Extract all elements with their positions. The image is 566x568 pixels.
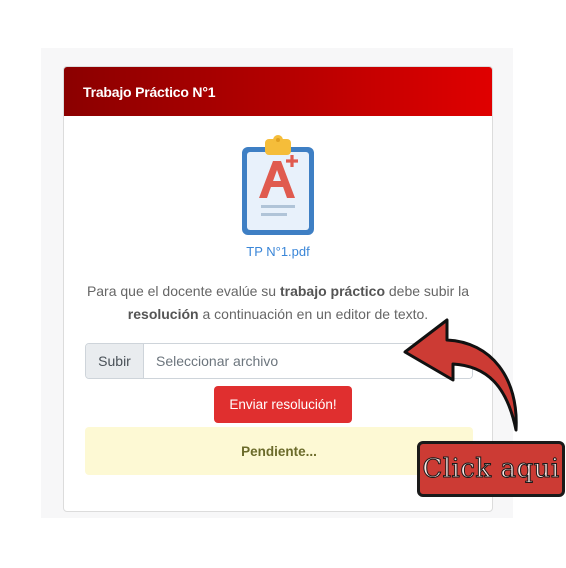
pdf-file-link[interactable]: TP N°1.pdf: [64, 244, 492, 259]
click-here-callout: Click aqui: [417, 441, 565, 497]
submit-resolution-button[interactable]: Enviar resolución!: [214, 386, 352, 423]
curved-arrow-icon: [403, 318, 518, 432]
card-title: Trabajo Práctico N°1: [83, 83, 216, 100]
clipboard-grade-icon[interactable]: [237, 133, 319, 238]
card-header: Trabajo Práctico N°1: [64, 67, 492, 116]
upload-button[interactable]: Subir: [86, 344, 144, 378]
callout-label: Click aqui: [422, 454, 560, 485]
